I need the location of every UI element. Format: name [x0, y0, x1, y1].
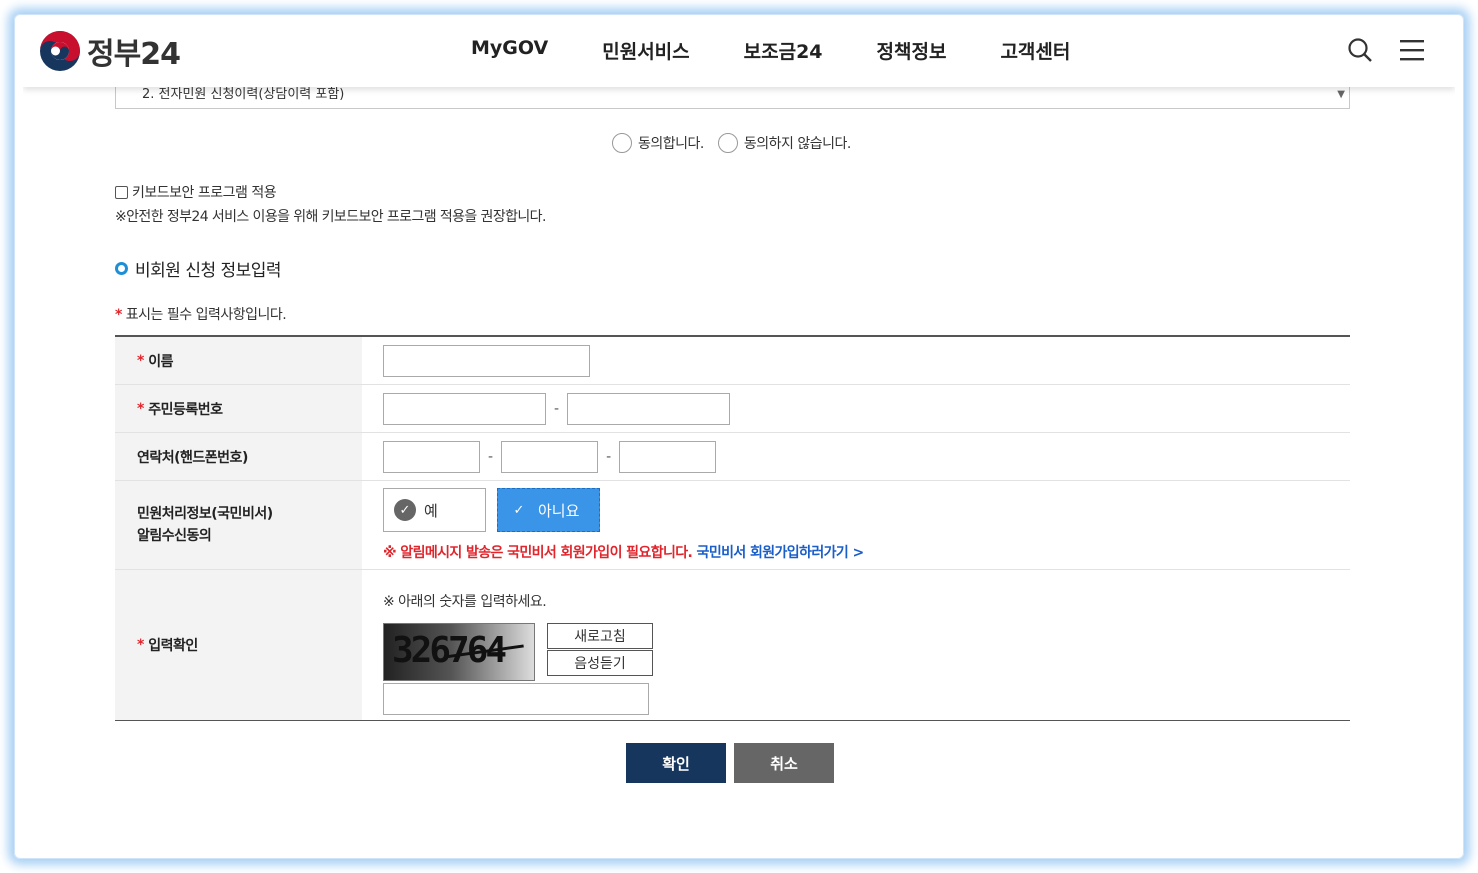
required-star-icon: *: [115, 307, 122, 323]
notify-cell: ✓ 예 ✓ 아니요 ※ 알림메시지 발송은 국민비서 회원가입이 필요합니다. …: [362, 481, 1350, 569]
captcha-image: 326764: [383, 623, 535, 681]
captcha-note: ※ 아래의 숫자를 입력하세요.: [383, 594, 547, 610]
notify-no-button[interactable]: ✓ 아니요: [497, 488, 600, 532]
rrn-back-input[interactable]: [567, 392, 731, 425]
keyboard-security-option: 키보드보안 프로그램 적용: [115, 182, 277, 202]
captcha-row: 326764 새로고침 음성듣기: [383, 623, 653, 681]
phone-cell: - -: [362, 433, 1350, 480]
form-actions: 확인 취소: [626, 743, 834, 783]
form-row-name: * 이름: [115, 337, 1350, 385]
hamburger-menu-icon[interactable]: [1399, 39, 1425, 61]
name-cell: [362, 337, 1350, 384]
notify-yes-no-group: ✓ 예 ✓ 아니요: [383, 488, 600, 532]
captcha-label: * 입력확인: [115, 570, 362, 720]
main-nav: MyGOV 민원서비스 보조금24 정책정보 고객센터: [471, 37, 1124, 64]
captcha-input[interactable]: [383, 683, 649, 715]
agree-radio[interactable]: [612, 133, 632, 153]
required-star-icon: *: [137, 637, 144, 653]
nav-item-mygov[interactable]: MyGOV: [471, 37, 548, 64]
no-label: 아니요: [538, 501, 580, 520]
required-note: * 표시는 필수 입력사항입니다.: [115, 304, 287, 324]
dash: -: [606, 448, 612, 465]
cancel-button[interactable]: 취소: [734, 743, 834, 783]
name-label-text: 이름: [148, 353, 173, 370]
applicant-form: * 이름 * 주민등록번호 - 연락처(핸드폰번호) - - 민원처리정보(국민…: [115, 335, 1350, 721]
disagree-label[interactable]: 동의하지 않습니다.: [744, 133, 851, 153]
notify-yes-button[interactable]: ✓ 예: [383, 488, 486, 532]
keyboard-security-note: ※안전한 정부24 서비스 이용을 위해 키보드보안 프로그램 적용을 권장합니…: [115, 209, 546, 225]
nav-item-customer-center[interactable]: 고객센터: [1000, 37, 1070, 64]
captcha-audio-button[interactable]: 음성듣기: [547, 650, 653, 676]
phone-part3-input[interactable]: [619, 440, 717, 473]
phone-part2-input[interactable]: [501, 440, 599, 473]
nav-item-subsidy[interactable]: 보조금24: [744, 37, 823, 64]
agree-label[interactable]: 동의합니다.: [638, 133, 704, 153]
form-row-notify: 민원처리정보(국민비서) 알림수신동의 ✓ 예 ✓ 아니요 ※ 알림메시지 발송…: [115, 481, 1350, 570]
taegeuk-logo-icon: [40, 31, 80, 71]
name-input[interactable]: [383, 344, 590, 377]
rrn-label-text: 주민등록번호: [148, 401, 223, 418]
rrn-front-input[interactable]: [383, 392, 546, 425]
captcha-refresh-button[interactable]: 새로고침: [547, 623, 653, 649]
confirm-button[interactable]: 확인: [626, 743, 726, 783]
logo[interactable]: 정부24: [39, 29, 181, 73]
rrn-cell: -: [362, 385, 1350, 432]
captcha-buttons: 새로고침 음성듣기: [547, 623, 653, 681]
site-header: 정부24 MyGOV 민원서비스 보조금24 정책정보 고객센터: [23, 23, 1455, 87]
notify-label-line1: 민원처리정보(국민비서): [137, 506, 273, 522]
notice-text: ※ 알림메시지 발송은 국민비서 회원가입이 필요합니다.: [383, 545, 693, 561]
required-note-text: 표시는 필수 입력사항입니다.: [125, 307, 287, 323]
consent-radio-group: 동의합니다. 동의하지 않습니다.: [612, 133, 865, 153]
check-icon: ✓: [513, 502, 525, 518]
form-row-phone: 연락처(핸드폰번호) - -: [115, 433, 1350, 481]
notify-label: 민원처리정보(국민비서) 알림수신동의: [115, 481, 362, 569]
dash: -: [554, 400, 560, 417]
keyboard-security-label[interactable]: 키보드보안 프로그램 적용: [132, 182, 277, 202]
keyboard-security-checkbox[interactable]: [115, 185, 128, 199]
captcha-cell: ※ 아래의 숫자를 입력하세요. 326764 새로고침 음성듣기: [362, 570, 1350, 720]
dash: -: [488, 448, 494, 465]
required-star-icon: *: [137, 400, 144, 417]
nav-item-policy[interactable]: 정책정보: [877, 37, 947, 64]
notify-label-line2: 알림수신동의: [137, 528, 212, 544]
section-title-text: 비회원 신청 정보입력: [135, 261, 282, 281]
captcha-label-text: 입력확인: [148, 638, 198, 654]
section-title: 비회원 신청 정보입력: [115, 256, 282, 281]
bullet-ring-icon: [115, 262, 128, 275]
phone-part1-input[interactable]: [383, 440, 480, 473]
check-circle-icon: ✓: [394, 499, 416, 521]
rrn-label: * 주민등록번호: [115, 385, 362, 432]
notify-notice: ※ 알림메시지 발송은 국민비서 회원가입이 필요합니다. 국민비서 회원가입하…: [383, 542, 864, 562]
nav-item-civil-service[interactable]: 민원서비스: [602, 37, 689, 64]
required-star-icon: *: [137, 352, 144, 369]
assistant-signup-link[interactable]: 국민비서 회원가입하러가기 >: [697, 545, 865, 561]
name-label: * 이름: [115, 337, 362, 384]
yes-label: 예: [424, 501, 438, 520]
form-row-rrn: * 주민등록번호 -: [115, 385, 1350, 433]
logo-text: 정부24: [87, 37, 181, 72]
scroll-down-arrow-icon[interactable]: ▼: [1337, 89, 1345, 100]
disagree-radio[interactable]: [717, 133, 738, 153]
search-icon[interactable]: [1347, 37, 1373, 63]
page: 2. 전자민원 신청이력(상담이력 포함) ▼ 정부24 MyGOV 민원서비스…: [23, 23, 1455, 851]
form-row-captcha: * 입력확인 ※ 아래의 숫자를 입력하세요. 326764 새로고침 음성듣기: [115, 570, 1350, 720]
phone-label: 연락처(핸드폰번호): [115, 433, 362, 480]
